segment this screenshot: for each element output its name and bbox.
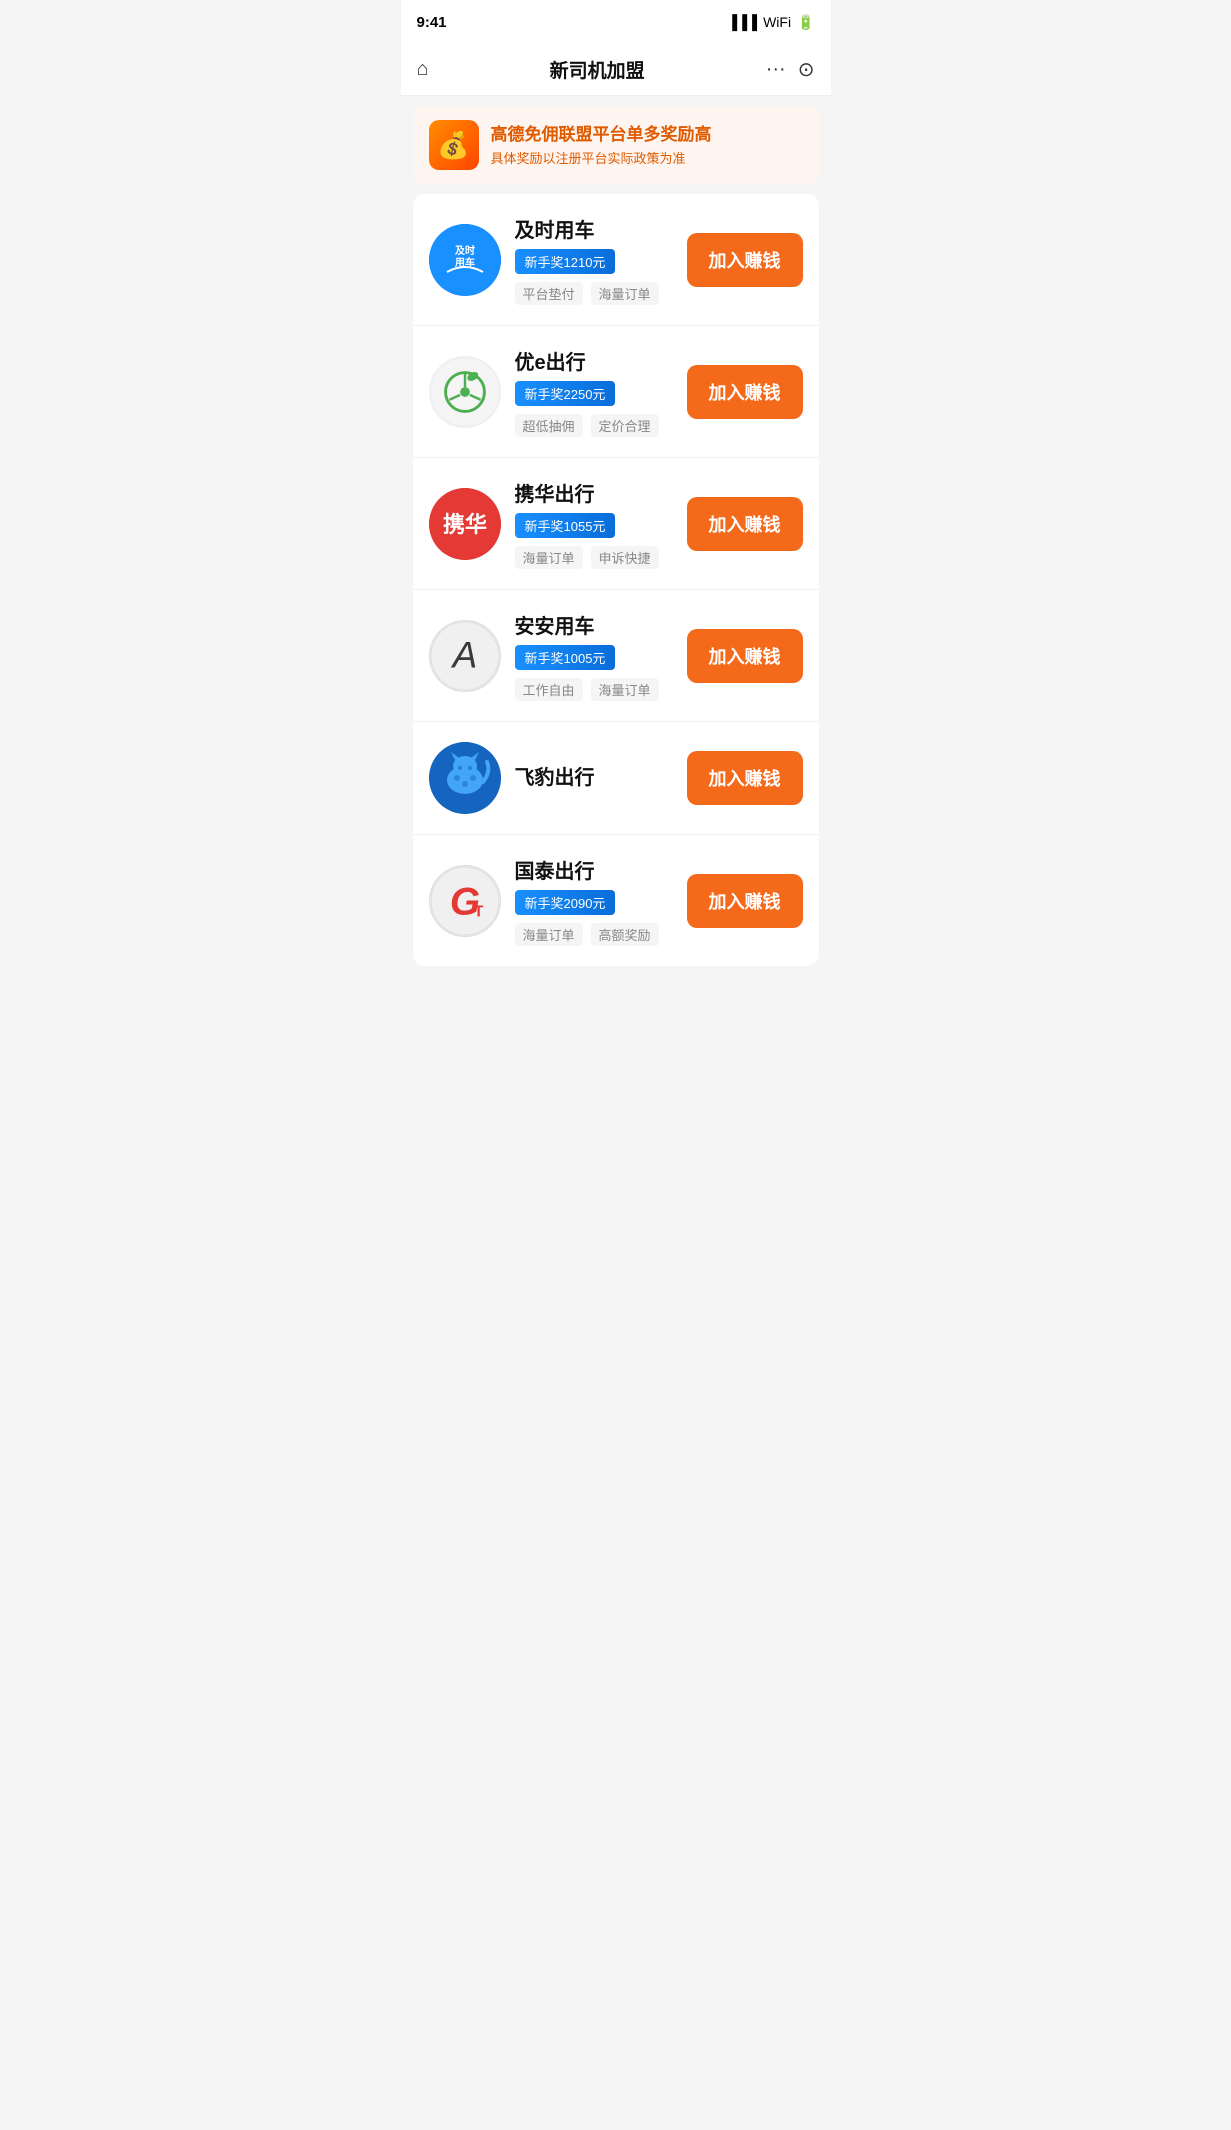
- join-button-youe[interactable]: 加入赚钱: [687, 365, 803, 419]
- service-tags-guotai: 海量订单 高额奖励: [515, 923, 673, 946]
- nav-right: ··· ⊙: [766, 57, 815, 82]
- logo-guotai: G T: [429, 865, 501, 937]
- service-card-youe: 优e出行 新手奖2250元 超低抽佣 定价合理 加入赚钱: [413, 326, 819, 458]
- service-badge-guotai: 新手奖2090元: [515, 890, 616, 915]
- tag-xiehua-1: 申诉快捷: [591, 546, 659, 569]
- banner-title: 高德免佣联盟平台单多奖励高: [491, 123, 712, 147]
- status-bar: 9:41 ▐▐▐ WiFi 🔋: [401, 0, 831, 44]
- tag-guotai-1: 高额奖励: [591, 923, 659, 946]
- nav-title: 新司机加盟: [550, 56, 645, 83]
- service-badge-xiehua: 新手奖1055元: [515, 513, 616, 538]
- join-button-xiehua[interactable]: 加入赚钱: [687, 497, 803, 551]
- service-name-anan: 安安用车: [515, 610, 673, 639]
- logo-anan: A: [429, 620, 501, 692]
- tag-anan-1: 海量订单: [591, 678, 659, 701]
- service-tags-xiehua: 海量订单 申诉快捷: [515, 546, 673, 569]
- logo-feibao: [429, 742, 501, 814]
- banner-icon: 💰: [429, 120, 479, 170]
- join-button-jishi[interactable]: 加入赚钱: [687, 233, 803, 287]
- service-badge-jishi: 新手奖1210元: [515, 249, 616, 274]
- tag-guotai-0: 海量订单: [515, 923, 583, 946]
- service-card-guotai: G T 国泰出行 新手奖2090元 海量订单 高额奖励 加入赚钱: [413, 835, 819, 966]
- service-info-guotai: 国泰出行 新手奖2090元 海量订单 高额奖励: [515, 855, 673, 946]
- svg-text:及时: 及时: [455, 244, 475, 257]
- service-card-jishi: 及时 用车 及时用车 新手奖1210元 平台垫付 海量订单 加入赚钱: [413, 194, 819, 326]
- nav-bar: ⌂ 新司机加盟 ··· ⊙: [401, 44, 831, 96]
- svg-text:A: A: [450, 634, 477, 675]
- join-button-guotai[interactable]: 加入赚钱: [687, 874, 803, 928]
- wifi-icon: WiFi: [763, 14, 791, 30]
- tag-jishi-1: 海量订单: [591, 282, 659, 305]
- svg-text:T: T: [473, 903, 483, 920]
- service-info-xiehua: 携华出行 新手奖1055元 海量订单 申诉快捷: [515, 478, 673, 569]
- service-name-xiehua: 携华出行: [515, 478, 673, 507]
- service-tags-anan: 工作自由 海量订单: [515, 678, 673, 701]
- signal-icon: ▐▐▐: [727, 14, 757, 30]
- scan-icon[interactable]: ⊙: [798, 57, 815, 82]
- banner-text: 高德免佣联盟平台单多奖励高 具体奖励以注册平台实际政策为准: [491, 123, 712, 168]
- join-button-anan[interactable]: 加入赚钱: [687, 629, 803, 683]
- service-name-feibao: 飞豹出行: [515, 761, 673, 790]
- battery-icon: 🔋: [797, 14, 814, 31]
- tag-youe-1: 定价合理: [591, 414, 659, 437]
- back-icon[interactable]: ⌂: [417, 58, 429, 81]
- service-tags-jishi: 平台垫付 海量订单: [515, 282, 673, 305]
- service-info-jishi: 及时用车 新手奖1210元 平台垫付 海量订单: [515, 214, 673, 305]
- service-badge-youe: 新手奖2250元: [515, 381, 616, 406]
- logo-jishi: 及时 用车: [429, 224, 501, 296]
- service-name-jishi: 及时用车: [515, 214, 673, 243]
- service-badge-anan: 新手奖1005元: [515, 645, 616, 670]
- service-card-xiehua: 携华 携华出行 新手奖1055元 海量订单 申诉快捷 加入赚钱: [413, 458, 819, 590]
- status-time: 9:41: [417, 14, 447, 31]
- tag-xiehua-0: 海量订单: [515, 546, 583, 569]
- tag-youe-0: 超低抽佣: [515, 414, 583, 437]
- service-card-feibao: 飞豹出行 加入赚钱: [413, 722, 819, 835]
- service-name-guotai: 国泰出行: [515, 855, 673, 884]
- service-card-anan: A 安安用车 新手奖1005元 工作自由 海量订单 加入赚钱: [413, 590, 819, 722]
- tag-jishi-0: 平台垫付: [515, 282, 583, 305]
- service-list: 及时 用车 及时用车 新手奖1210元 平台垫付 海量订单 加入赚钱: [413, 194, 819, 966]
- nav-left: ⌂: [417, 58, 429, 81]
- promo-banner[interactable]: 💰 高德免佣联盟平台单多奖励高 具体奖励以注册平台实际政策为准: [413, 106, 819, 184]
- tag-anan-0: 工作自由: [515, 678, 583, 701]
- service-info-feibao: 飞豹出行: [515, 761, 673, 796]
- service-info-anan: 安安用车 新手奖1005元 工作自由 海量订单: [515, 610, 673, 701]
- menu-icon[interactable]: ···: [766, 58, 786, 81]
- service-name-youe: 优e出行: [515, 346, 673, 375]
- service-tags-youe: 超低抽佣 定价合理: [515, 414, 673, 437]
- banner-subtitle: 具体奖励以注册平台实际政策为准: [491, 148, 712, 167]
- join-button-feibao[interactable]: 加入赚钱: [687, 751, 803, 805]
- logo-xiehua: 携华: [429, 488, 501, 560]
- svg-text:携华: 携华: [442, 512, 486, 537]
- logo-youe: [429, 356, 501, 428]
- service-info-youe: 优e出行 新手奖2250元 超低抽佣 定价合理: [515, 346, 673, 437]
